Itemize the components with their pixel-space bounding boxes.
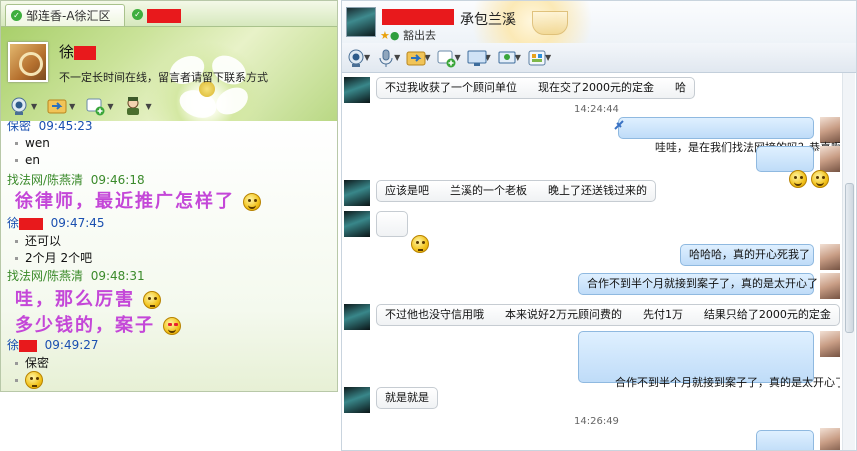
incoming-message-bubble: 不过我收获了一个顾问单位 现在交了2000元的定金 哈 bbox=[376, 77, 695, 99]
security-guard-icon[interactable] bbox=[123, 96, 143, 116]
contact-name: 徐 bbox=[59, 41, 97, 62]
smile-emoji-icon bbox=[243, 193, 262, 211]
sender-avatar bbox=[344, 180, 370, 206]
redaction-bar bbox=[19, 217, 44, 230]
grin-emoji-icon bbox=[810, 170, 829, 188]
screen-share-icon[interactable] bbox=[467, 48, 487, 68]
redaction-bar bbox=[382, 9, 454, 25]
message-header: 找法网/陈燕清 09:46:18 bbox=[7, 173, 145, 187]
video-call-icon[interactable] bbox=[9, 96, 29, 116]
flag-pin-icon bbox=[614, 115, 624, 130]
add-app-icon[interactable] bbox=[85, 96, 105, 116]
tab-zou-lianxiang[interactable]: ✓ 邹连香-A徐汇区 bbox=[5, 4, 125, 26]
outgoing-message-bubble: 哇哇，是在我们找法网接的吗？恭喜啊 bbox=[618, 117, 840, 154]
sender-avatar bbox=[344, 387, 370, 413]
left-contact-header: 徐 不一定长时间在线，留言者请留下联系方式 ▼ ▼ ▼ ▼ bbox=[1, 27, 337, 123]
incoming-message-bubble: 应该是吧 兰溪的一个老板 晚上了还送钱过来的 bbox=[376, 180, 656, 202]
add-app-icon[interactable] bbox=[436, 48, 456, 68]
timestamp: 14:26:49 bbox=[574, 416, 619, 427]
self-avatar bbox=[820, 273, 840, 299]
message-header: 徐 09:47:45 bbox=[7, 216, 105, 230]
message-line: en bbox=[15, 153, 40, 167]
chevron-down-icon[interactable]: ▼ bbox=[107, 102, 113, 111]
self-avatar bbox=[820, 331, 840, 357]
thinking-emoji-icon bbox=[410, 235, 429, 253]
file-transfer-icon[interactable] bbox=[406, 48, 426, 68]
right-toolbar: ▼ ▼ ▼ ▼ ▼ ▼ ▼ bbox=[342, 43, 856, 73]
online-check-icon: ✓ bbox=[132, 9, 143, 20]
sender-avatar bbox=[344, 211, 370, 237]
remote-assist-icon[interactable] bbox=[497, 48, 517, 68]
sender-avatar bbox=[344, 77, 370, 103]
redaction-bar bbox=[19, 339, 38, 352]
contact-avatar[interactable] bbox=[346, 7, 376, 37]
outgoing-message-bubble: 合作不到半个月就接到案子了，真的是太开心了 bbox=[578, 331, 840, 389]
file-transfer-icon[interactable] bbox=[47, 96, 67, 116]
contact-signature: 不一定长时间在线，留言者请留下联系方式 bbox=[59, 71, 268, 84]
presence-icon: ● bbox=[389, 29, 400, 42]
incoming-message-bubble bbox=[376, 211, 429, 253]
flower-petal-decoration bbox=[211, 82, 253, 120]
thinking-emoji-icon bbox=[143, 291, 162, 309]
outgoing-message-bubble: 哈哈哈，真的开心死我了 bbox=[680, 244, 814, 266]
chevron-down-icon[interactable]: ▼ bbox=[145, 102, 151, 111]
message-line bbox=[15, 371, 43, 389]
vertical-scrollbar[interactable] bbox=[842, 73, 855, 450]
large-message-text: 多少钱的，案子 bbox=[15, 311, 182, 337]
contact-status: ★● 豁出去 bbox=[380, 29, 436, 42]
incoming-message-bubble: 就是就是 bbox=[376, 387, 438, 409]
timestamp: 14:24:44 bbox=[574, 104, 619, 115]
large-message-text: 徐律师，最近推广怎样了 bbox=[15, 187, 262, 213]
contact-name: 承包兰溪 bbox=[460, 12, 516, 28]
scrollbar-thumb[interactable] bbox=[845, 183, 854, 333]
chevron-down-icon[interactable]: ▼ bbox=[31, 102, 37, 111]
app-box-icon[interactable] bbox=[527, 48, 547, 68]
video-call-icon[interactable] bbox=[346, 48, 366, 68]
right-contact-header: 承包兰溪 ★● 豁出去 bbox=[342, 1, 856, 43]
message-header: 保密 09:45:23 bbox=[7, 121, 93, 133]
left-message-history[interactable]: 保密 09:45:23 wen en 找法网/陈燕清 09:46:18 徐律师，… bbox=[1, 121, 337, 391]
thinking-emoji-icon bbox=[25, 371, 43, 389]
message-line: 保密 bbox=[15, 354, 49, 371]
outgoing-message-bubble bbox=[756, 146, 829, 188]
contact-avatar[interactable] bbox=[8, 42, 48, 82]
self-avatar bbox=[820, 146, 840, 172]
message-header: 找法网/陈燕清 09:48:31 bbox=[7, 269, 145, 283]
grin-emoji-icon bbox=[788, 170, 807, 188]
left-chat-window: ✓ 邹连香-A徐汇区 ✓ 徐 不一定长时间在线，留言者请留下联系方式 ▼ ▼ ▼… bbox=[0, 0, 338, 392]
incoming-message-bubble: 不过他也没守信用哦 本来说好2万元顾问费的 先付1万 结果只给了2000元的定金 bbox=[376, 304, 840, 326]
right-chat-window: 承包兰溪 ★● 豁出去 ▼ ▼ ▼ ▼ ▼ ▼ ▼ 不过我收获了一个顾问单位 现… bbox=[341, 0, 857, 451]
message-line: 还可以 bbox=[15, 232, 61, 249]
left-tab-bar: ✓ 邹连香-A徐汇区 ✓ bbox=[1, 1, 337, 27]
large-message-text: 哇，那么厉害 bbox=[15, 285, 162, 311]
redaction-bar bbox=[74, 45, 97, 60]
right-message-history[interactable]: 不过我收获了一个顾问单位 现在交了2000元的定金 哈 14:24:44 哇哇，… bbox=[342, 73, 840, 450]
left-toolbar: ▼ ▼ ▼ ▼ bbox=[9, 95, 156, 117]
tab-label: 邹连香-A徐汇区 bbox=[26, 9, 111, 23]
chevron-down-icon[interactable]: ▼ bbox=[69, 102, 75, 111]
teacup-decoration-icon bbox=[532, 11, 568, 35]
message-header: 徐 09:49:27 bbox=[7, 338, 99, 352]
message-line: 2个月 2个吧 bbox=[15, 249, 92, 266]
online-check-icon: ✓ bbox=[11, 10, 22, 21]
sender-avatar bbox=[344, 304, 370, 330]
microphone-icon[interactable] bbox=[376, 48, 396, 68]
message-line: wen bbox=[15, 136, 50, 150]
self-avatar bbox=[820, 428, 840, 450]
redaction-bar bbox=[147, 8, 181, 23]
outgoing-message-bubble bbox=[756, 430, 814, 450]
self-avatar bbox=[820, 244, 840, 270]
tab-redacted-contact[interactable]: ✓ bbox=[127, 4, 197, 26]
heart-eyes-emoji-icon bbox=[163, 317, 182, 335]
self-avatar bbox=[820, 117, 840, 143]
star-icon: ★ bbox=[380, 29, 390, 42]
outgoing-message-bubble: 合作不到半个月就接到案子了，真的是太开心了 bbox=[578, 273, 818, 295]
